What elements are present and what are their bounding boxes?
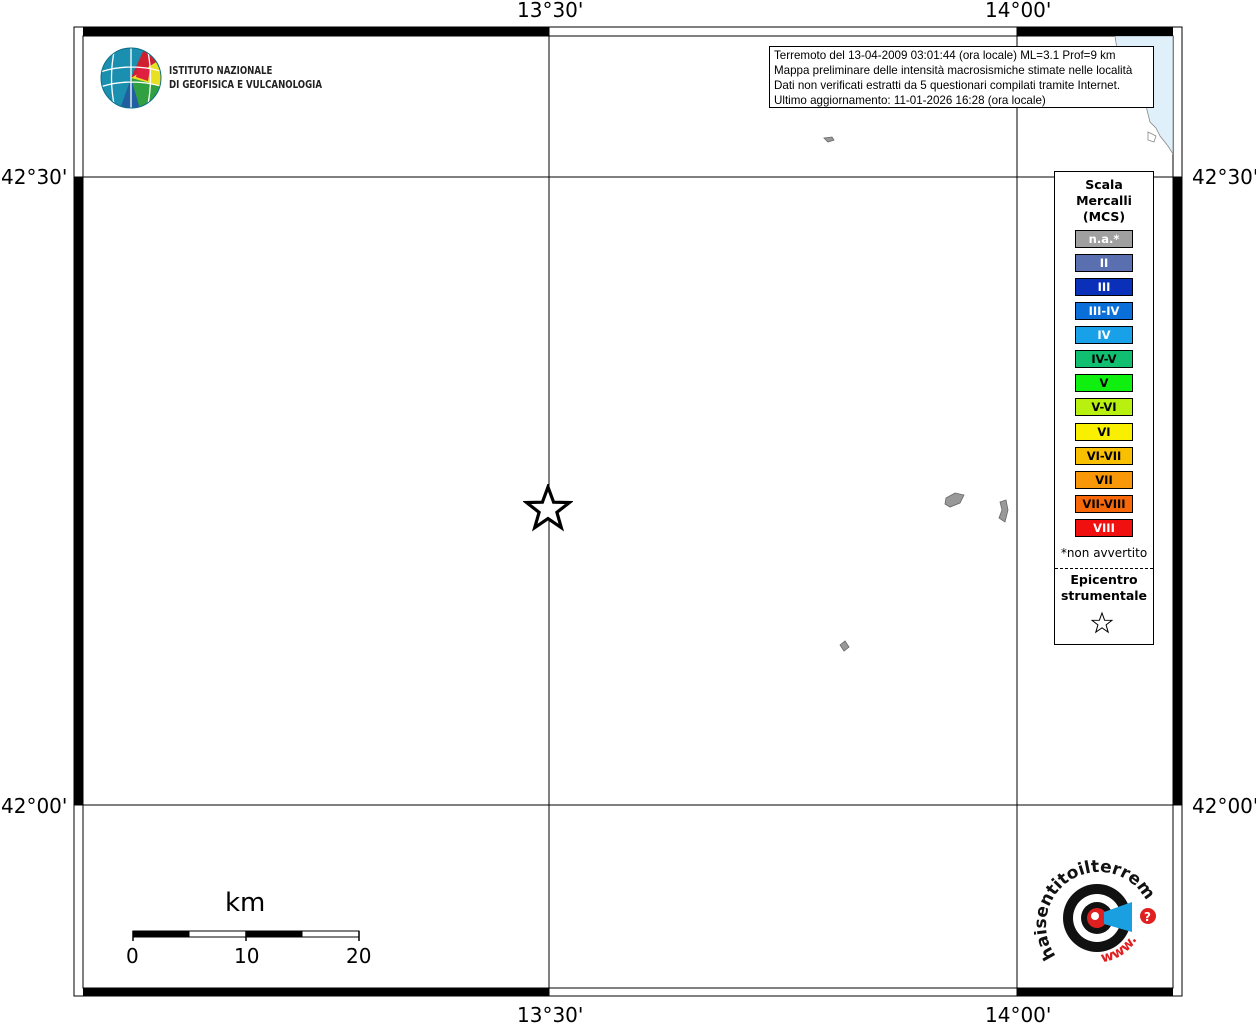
legend-item-vi: VI — [1075, 423, 1133, 441]
info-line-map-desc: Mappa preliminare delle intensità macros… — [774, 64, 1133, 77]
legend-item-iv-v: IV-V — [1075, 350, 1133, 368]
legend-item-vii-viii: VII-VIII — [1075, 495, 1133, 513]
ingv-name-line2: DI GEOFISICA E VULCANOLOGIA — [169, 79, 323, 91]
info-line-updated: Ultimo aggiornamento: 11-01-2026 16:28 (… — [774, 94, 1046, 107]
lat-label-left-4200: 42°00' — [1, 794, 68, 818]
lon-label-top-1400: 14°00' — [985, 0, 1052, 22]
svg-text:?: ? — [1144, 910, 1151, 924]
legend-item-na: n.a.* — [1075, 230, 1133, 248]
lat-label-right-4200: 42°00' — [1192, 794, 1256, 818]
legend-item-ii: II — [1075, 254, 1133, 272]
scale-tick-10: 10 — [234, 944, 260, 968]
legend-title-line1: Scala — [1085, 177, 1123, 192]
legend-item-v: V — [1075, 374, 1133, 392]
legend-item-v-vi: V-VI — [1075, 398, 1133, 416]
lon-label-top-1330: 13°30' — [517, 0, 584, 22]
legend-title-line2: Mercalli — [1076, 193, 1132, 208]
legend-item-viii: VIII — [1075, 519, 1133, 537]
scale-tick-0: 0 — [126, 944, 139, 968]
haisentito-logo: haisentitoilterremoto.it www. ? — [1034, 856, 1159, 966]
lat-label-right-4230: 42°30' — [1192, 165, 1256, 189]
legend-title: Scala Mercalli (MCS) — [1055, 177, 1153, 225]
info-line-data-note: Dati non verificati estratti da 5 questi… — [774, 79, 1121, 92]
scale-bar — [132, 930, 360, 941]
legend-epicenter-line1: Epicentro — [1070, 572, 1138, 587]
ingv-globe-logo — [100, 47, 162, 109]
earthquake-info-box: Terremoto del 13-04-2009 03:01:44 (ora l… — [769, 46, 1154, 108]
ingv-name: ISTITUTO NAZIONALE DI GEOFISICA E VULCAN… — [169, 64, 322, 92]
legend-item-iv: IV — [1075, 326, 1133, 344]
scale-tick-20: 20 — [346, 944, 372, 968]
mcs-legend: Scala Mercalli (MCS) n.a.* II III III-IV… — [1054, 171, 1154, 645]
legend-item-vi-vii: VI-VII — [1075, 447, 1133, 465]
legend-item-iii-iv: III-IV — [1075, 302, 1133, 320]
legend-epicenter-line2: strumentale — [1060, 588, 1148, 603]
legend-item-iii: III — [1075, 278, 1133, 296]
lat-label-left-4230: 42°30' — [1, 165, 68, 189]
lon-label-bottom-1330: 13°30' — [517, 1003, 584, 1027]
lon-label-bottom-1400: 14°00' — [985, 1003, 1052, 1027]
legend-not-felt-note: *non avvertito — [1060, 546, 1148, 560]
scale-bar-unit: km — [225, 888, 266, 918]
legend-divider — [1055, 568, 1153, 569]
ingv-name-line1: ISTITUTO NAZIONALE — [169, 65, 273, 77]
legend-star-icon — [1091, 612, 1113, 634]
legend-epicenter-label: Epicentro strumentale — [1055, 572, 1153, 604]
epicenter-star-icon — [523, 484, 573, 532]
legend-item-vii: VII — [1075, 471, 1133, 489]
legend-title-line3: (MCS) — [1082, 209, 1126, 224]
info-line-event: Terremoto del 13-04-2009 03:01:44 (ora l… — [774, 49, 1116, 62]
